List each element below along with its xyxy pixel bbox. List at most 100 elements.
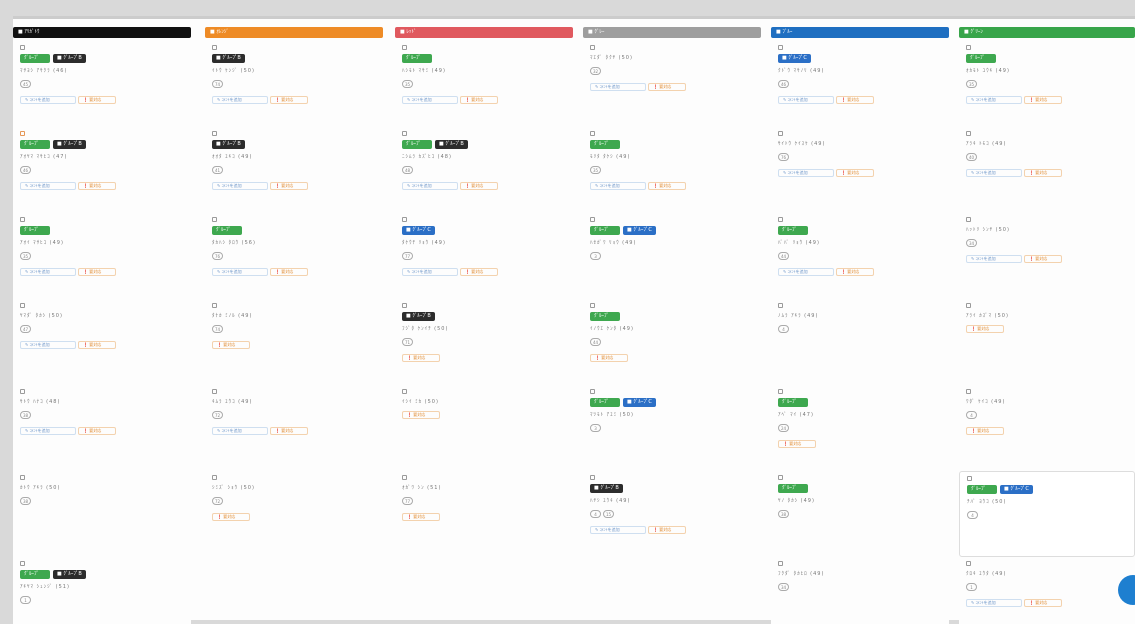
kanban-card[interactable]: ■ ｸﾞﾙｰﾌﾟB ｲﾄｳ ｹﾝｼﾞ (50) 74 ✎ ｺﾒﾝﾄを追加 ❗ 要対応 [205, 41, 383, 127]
card-checkbox[interactable] [590, 131, 595, 136]
card-checkbox[interactable] [590, 303, 595, 308]
add-comment-button[interactable]: ✎ ｺﾒﾝﾄを追加 [966, 599, 1022, 607]
kanban-card[interactable]: ﾜﾀﾞ ｹｲｺ (49) 4 ❗ 要対応 [959, 385, 1135, 471]
action-required-button[interactable]: ❗ 要対応 [270, 96, 308, 104]
action-required-button[interactable]: ❗ 要対応 [836, 268, 874, 276]
kanban-card[interactable]: ﾔﾏﾀﾞ ﾀｶｼ (50) 47 ✎ ｺﾒﾝﾄを追加 ❗ 要対応 [13, 299, 191, 385]
action-required-button[interactable]: ❗ 要対応 [648, 526, 686, 534]
action-required-button[interactable]: ❗ 要対応 [402, 513, 440, 521]
kanban-card[interactable]: ｸﾞﾙｰﾌﾟ ■ ｸﾞﾙｰﾌﾟB ｱｷﾔﾏ ｼｭﾝｼﾞ (51) 1 [13, 557, 191, 624]
action-required-button[interactable]: ❗ 要対応 [78, 182, 116, 190]
kanban-card[interactable]: ｸﾞﾙｰﾌﾟ ｱﾍﾞ ﾏｲ (47) 24 ❗ 要対応 [771, 385, 949, 471]
add-comment-button[interactable]: ✎ ｺﾒﾝﾄを追加 [20, 341, 76, 349]
add-comment-button[interactable]: ✎ ｺﾒﾝﾄを追加 [20, 268, 76, 276]
kanban-card[interactable]: ｸﾞﾙｰﾌﾟ ｵｶﾓﾄ ﾕｳｷ (49) 35 ✎ ｺﾒﾝﾄを追加 ❗ 要対応 [959, 41, 1135, 127]
action-required-button[interactable]: ❗ 要対応 [402, 411, 440, 419]
action-required-button[interactable]: ❗ 要対応 [212, 513, 250, 521]
add-comment-button[interactable]: ✎ ｺﾒﾝﾄを追加 [402, 268, 458, 276]
kanban-card[interactable]: ﾊｯﾄﾘ ｼﾝﾔ (50) 34 ✎ ｺﾒﾝﾄを追加 ❗ 要対応 [959, 213, 1135, 299]
card-checkbox[interactable] [402, 217, 407, 222]
add-comment-button[interactable]: ✎ ｺﾒﾝﾄを追加 [590, 526, 646, 534]
action-required-button[interactable]: ❗ 要対応 [402, 354, 440, 362]
action-required-button[interactable]: ❗ 要対応 [460, 268, 498, 276]
action-required-button[interactable]: ❗ 要対応 [648, 182, 686, 190]
kanban-card[interactable]: ｶﾄｳ ｱｷﾗ (50) 38 [13, 471, 191, 557]
kanban-card[interactable]: ｱﾗｷ ﾄﾓｺ (49) 40 ✎ ｺﾒﾝﾄを追加 ❗ 要対応 [959, 127, 1135, 213]
action-required-button[interactable]: ❗ 要対応 [836, 169, 874, 177]
card-checkbox[interactable] [590, 389, 595, 394]
action-required-button[interactable]: ❗ 要対応 [212, 341, 250, 349]
kanban-card[interactable]: ｻﾄｳ ﾊﾅｺ (48) 38 ✎ ｺﾒﾝﾄを追加 ❗ 要対応 [13, 385, 191, 471]
column-header[interactable]: ■ ｸﾞﾚｰ [583, 27, 761, 38]
add-comment-button[interactable]: ✎ ｺﾒﾝﾄを追加 [778, 96, 834, 104]
add-comment-button[interactable]: ✎ ｺﾒﾝﾄを追加 [778, 268, 834, 276]
kanban-card[interactable]: ｱﾗｲ ｶｽﾞﾏ (50) ❗ 要対応 [959, 299, 1135, 385]
add-comment-button[interactable]: ✎ ｺﾒﾝﾄを追加 [590, 182, 646, 190]
add-comment-button[interactable]: ✎ ｺﾒﾝﾄを追加 [590, 83, 646, 91]
kanban-card[interactable]: ｸﾞﾙｰﾌﾟ ■ ｸﾞﾙｰﾌﾟC ﾊｾｶﾞﾜ ﾘｮｳ (49) 3 [583, 213, 761, 299]
card-checkbox[interactable] [966, 45, 971, 50]
kanban-card[interactable]: ﾏｴﾀﾞ ﾀｸﾔ (50) 32 ✎ ｺﾒﾝﾄを追加 ❗ 要対応 [583, 41, 761, 127]
add-comment-button[interactable]: ✎ ｺﾒﾝﾄを追加 [20, 96, 76, 104]
add-comment-button[interactable]: ✎ ｺﾒﾝﾄを追加 [402, 96, 458, 104]
action-required-button[interactable]: ❗ 要対応 [1024, 169, 1062, 177]
card-checkbox[interactable] [778, 45, 783, 50]
add-comment-button[interactable]: ✎ ｺﾒﾝﾄを追加 [20, 182, 76, 190]
add-comment-button[interactable]: ✎ ｺﾒﾝﾄを追加 [402, 182, 458, 190]
card-checkbox[interactable] [402, 45, 407, 50]
card-checkbox[interactable] [778, 303, 783, 308]
action-required-button[interactable]: ❗ 要対応 [1024, 599, 1062, 607]
card-checkbox[interactable] [590, 217, 595, 222]
card-checkbox[interactable] [966, 303, 971, 308]
action-required-button[interactable]: ❗ 要対応 [966, 427, 1004, 435]
add-comment-button[interactable]: ✎ ｺﾒﾝﾄを追加 [20, 427, 76, 435]
card-checkbox[interactable] [402, 303, 407, 308]
kanban-card[interactable]: ｸﾞﾙｰﾌﾟ ﾔﾉ ﾀｶｼ (49) 38 [771, 471, 949, 557]
action-required-button[interactable]: ❗ 要対応 [460, 96, 498, 104]
action-required-button[interactable]: ❗ 要対応 [78, 96, 116, 104]
card-checkbox[interactable] [778, 561, 783, 566]
card-checkbox[interactable] [212, 389, 217, 394]
column-header[interactable]: ■ ｸﾞﾘｰﾝ [959, 27, 1135, 38]
kanban-card[interactable]: ｸﾞﾙｰﾌﾟ ■ ｸﾞﾙｰﾌﾟB ﾆｼﾑﾗ ｶｽﾞﾋｺ (48) 48 ✎ ｺﾒﾝﾄを追… [395, 127, 573, 213]
kanban-card[interactable]: ｸﾞﾙｰﾌﾟ ｲﾉｳｴ ｹﾝﾀ (49) 44 ❗ 要対応 [583, 299, 761, 385]
card-checkbox[interactable] [966, 131, 971, 136]
card-checkbox[interactable] [402, 389, 407, 394]
add-comment-button[interactable]: ✎ ｺﾒﾝﾄを追加 [778, 169, 834, 177]
card-checkbox[interactable] [212, 303, 217, 308]
kanban-card[interactable]: ｸﾞﾙｰﾌﾟ ﾊｼﾓﾄ ﾏｻﾐ (49) 35 ✎ ｺﾒﾝﾄを追加 ❗ 要対応 [395, 41, 573, 127]
kanban-card[interactable]: ｸﾞﾙｰﾌﾟ ﾓﾘﾀ ﾀｹｼ (49) 35 ✎ ｺﾒﾝﾄを追加 ❗ 要対応 [583, 127, 761, 213]
kanban-card[interactable]: ｵｶﾞﾜ ｼﾝ (51) 77 ❗ 要対応 [395, 471, 573, 557]
kanban-card[interactable]: ■ ｸﾞﾙｰﾌﾟC ｸﾄﾞｳ ﾏｻﾉﾘ (49) 46 ✎ ｺﾒﾝﾄを追加 ❗ 要対応 [771, 41, 949, 127]
action-required-button[interactable]: ❗ 要対応 [78, 341, 116, 349]
add-comment-button[interactable]: ✎ ｺﾒﾝﾄを追加 [212, 268, 268, 276]
card-checkbox[interactable] [212, 217, 217, 222]
card-checkbox[interactable] [20, 45, 25, 50]
card-checkbox[interactable] [966, 561, 971, 566]
card-checkbox[interactable] [20, 561, 25, 566]
card-checkbox[interactable] [966, 389, 971, 394]
column-header[interactable]: ■ ｵﾚﾝｼﾞ [205, 27, 383, 38]
action-required-button[interactable]: ❗ 要対応 [648, 83, 686, 91]
kanban-card[interactable]: ｸﾞﾙｰﾌﾟ ■ ｸﾞﾙｰﾌﾟC ﾏﾂﾓﾄ ｱﾕﾐ (50) 3 [583, 385, 761, 471]
card-checkbox[interactable] [20, 475, 25, 480]
add-comment-button[interactable]: ✎ ｺﾒﾝﾄを追加 [212, 96, 268, 104]
add-comment-button[interactable]: ✎ ｺﾒﾝﾄを追加 [212, 182, 268, 190]
card-checkbox[interactable] [966, 217, 971, 222]
add-comment-button[interactable]: ✎ ｺﾒﾝﾄを追加 [966, 169, 1022, 177]
kanban-card[interactable]: ｷﾑﾗ ﾕｳｺ (49) 72 ✎ ｺﾒﾝﾄを追加 ❗ 要対応 [205, 385, 383, 471]
add-comment-button[interactable]: ✎ ｺﾒﾝﾄを追加 [966, 255, 1022, 263]
action-required-button[interactable]: ❗ 要対応 [1024, 255, 1062, 263]
card-checkbox[interactable] [778, 131, 783, 136]
action-required-button[interactable]: ❗ 要対応 [270, 182, 308, 190]
column-header[interactable]: ■ ｱﾘｶﾞﾄｳ [13, 27, 191, 38]
card-checkbox[interactable] [967, 476, 972, 481]
kanban-card[interactable]: ｸﾞﾙｰﾌﾟ ﾊﾞﾊﾞ ﾘｮｳ (49) 44 ✎ ｺﾒﾝﾄを追加 ❗ 要対応 [771, 213, 949, 299]
kanban-card[interactable]: ■ ｸﾞﾙｰﾌﾟC ﾀｹｳﾁ ﾘｮｳ (49) 77 ✎ ｺﾒﾝﾄを追加 ❗ 要対応 [395, 213, 573, 299]
action-required-button[interactable]: ❗ 要対応 [1024, 96, 1062, 104]
card-checkbox[interactable] [402, 475, 407, 480]
action-required-button[interactable]: ❗ 要対応 [78, 427, 116, 435]
card-checkbox[interactable] [20, 131, 25, 136]
action-required-button[interactable]: ❗ 要対応 [966, 325, 1004, 333]
card-checkbox[interactable] [590, 475, 595, 480]
